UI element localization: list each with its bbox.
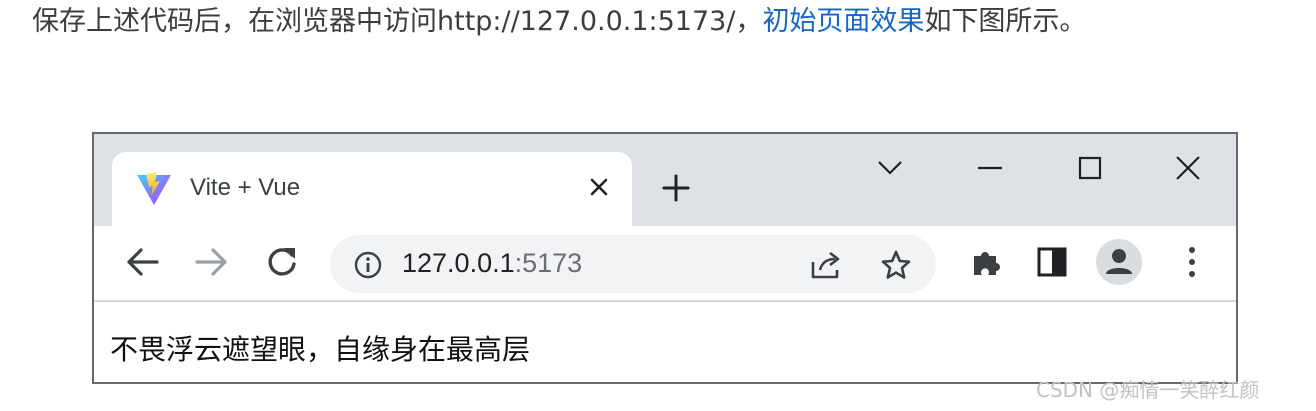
intro-highlight-link[interactable]: 初始页面效果: [762, 6, 924, 37]
browser-window: Vite + Vue 127.0.0.1:5173 不畏浮云遮望眼，自缘身在最高…: [92, 132, 1238, 384]
profile-avatar-icon[interactable]: [1096, 239, 1142, 285]
tab-search-chevron-down-icon[interactable]: [866, 148, 914, 188]
extensions-puzzle-icon[interactable]: [964, 240, 1008, 284]
tab-title: Vite + Vue: [190, 174, 301, 201]
site-info-icon[interactable]: [350, 247, 386, 283]
url-port: :5173: [514, 248, 583, 278]
share-icon[interactable]: [808, 247, 844, 283]
side-panel-icon[interactable]: [1030, 240, 1074, 284]
minimize-icon[interactable]: [966, 148, 1014, 188]
page-content-text: 不畏浮云遮望眼，自缘身在最高层: [110, 333, 531, 366]
tab-close-icon[interactable]: [582, 170, 616, 204]
forward-arrow-icon[interactable]: [190, 240, 234, 284]
intro-text-after: 如下图所示。: [924, 6, 1087, 37]
maximize-icon[interactable]: [1066, 148, 1114, 188]
browser-toolbar: 127.0.0.1:5173: [94, 226, 1236, 302]
back-arrow-icon[interactable]: [120, 240, 164, 284]
vite-logo-icon: [136, 172, 172, 206]
csdn-watermark: CSDN @痴情一笑醉红颜: [1036, 378, 1260, 402]
new-tab-plus-icon[interactable]: [656, 168, 696, 208]
intro-text-before: 保存上述代码后，在浏览器中访问http://127.0.0.1:5173/，: [32, 6, 763, 37]
browser-tab[interactable]: Vite + Vue: [112, 152, 632, 228]
window-close-icon[interactable]: [1164, 148, 1212, 188]
intro-paragraph: 保存上述代码后，在浏览器中访问http://127.0.0.1:5173/，初始…: [32, 2, 1086, 42]
browser-titlebar: Vite + Vue: [94, 134, 1236, 228]
address-bar[interactable]: 127.0.0.1:5173: [330, 235, 936, 293]
url-text[interactable]: 127.0.0.1:5173: [402, 248, 582, 279]
bookmark-star-icon[interactable]: [878, 247, 914, 283]
kebab-menu-icon[interactable]: [1170, 240, 1214, 284]
url-host: 127.0.0.1: [402, 248, 515, 278]
reload-icon[interactable]: [260, 240, 304, 284]
